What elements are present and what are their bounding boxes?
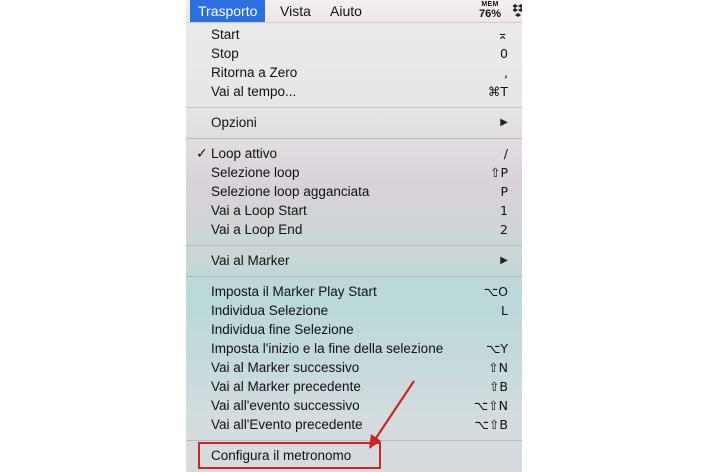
annotation-arrow-icon xyxy=(369,380,415,449)
